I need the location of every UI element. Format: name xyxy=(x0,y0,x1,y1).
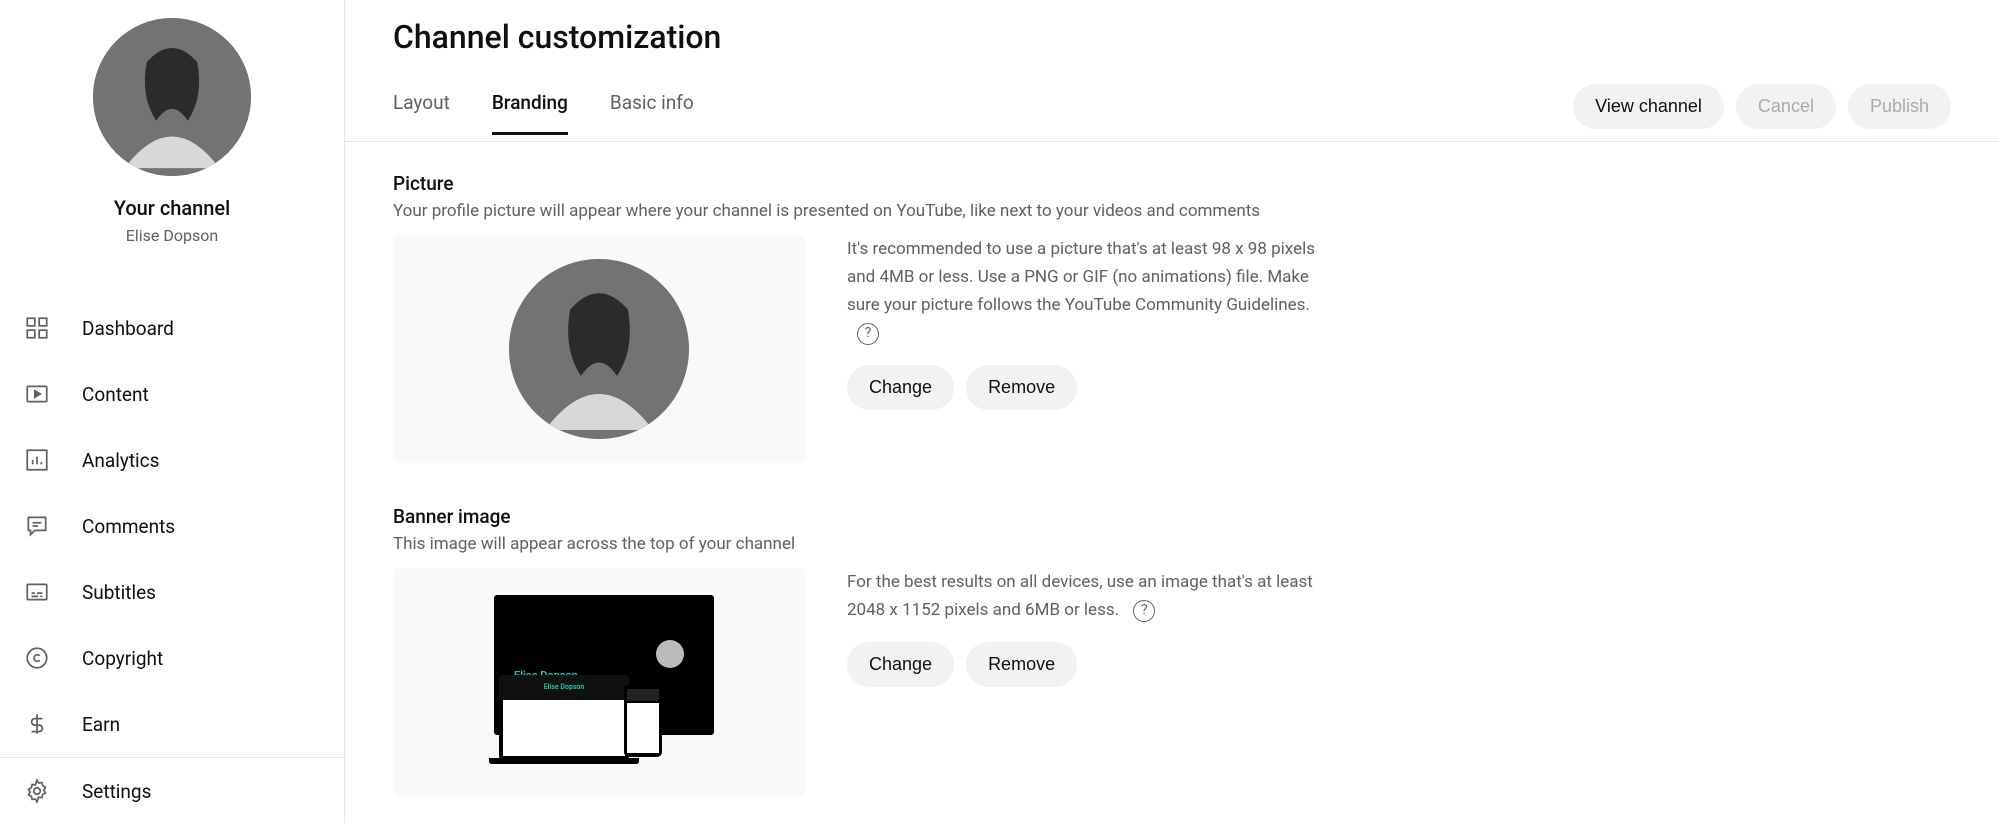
sidebar-item-copyright[interactable]: Copyright xyxy=(0,625,344,691)
sidebar-item-label: Analytics xyxy=(82,449,159,472)
sidebar-item-label: Content xyxy=(82,383,149,406)
banner-desc: This image will appear across the top of… xyxy=(393,534,1697,554)
channel-name: Elise Dopson xyxy=(126,226,218,245)
banner-detail-text: For the best results on all devices, use… xyxy=(847,572,1313,620)
comments-icon xyxy=(24,513,50,539)
sidebar-item-content[interactable]: Content xyxy=(0,361,344,427)
picture-section: Picture Your profile picture will appear… xyxy=(393,172,1697,463)
sidebar-item-dashboard[interactable]: Dashboard xyxy=(0,295,344,361)
main-content: Channel customization Layout Branding Ba… xyxy=(345,0,1999,823)
avatar-placeholder-icon xyxy=(93,18,251,176)
sidebar-item-comments[interactable]: Comments xyxy=(0,493,344,559)
earn-icon xyxy=(24,711,50,737)
picture-preview-avatar xyxy=(509,259,689,439)
sidebar: Your channel Elise Dopson Dashboard Cont… xyxy=(0,0,345,823)
view-channel-button[interactable]: View channel xyxy=(1573,84,1724,129)
banner-section: Banner image This image will appear acro… xyxy=(393,505,1697,796)
sidebar-item-label: Settings xyxy=(82,780,151,803)
help-icon[interactable]: ? xyxy=(1133,600,1155,622)
sidebar-item-earn[interactable]: Earn xyxy=(0,691,344,757)
picture-change-button[interactable]: Change xyxy=(847,365,954,410)
banner-change-button[interactable]: Change xyxy=(847,642,954,687)
settings-icon xyxy=(24,778,50,804)
phone-device-icon xyxy=(624,685,662,757)
page-header: Channel customization Layout Branding Ba… xyxy=(345,0,1999,142)
publish-button[interactable]: Publish xyxy=(1848,84,1951,129)
channel-avatar[interactable] xyxy=(93,18,251,176)
banner-detail: For the best results on all devices, use… xyxy=(847,568,1317,624)
laptop-device-icon: Elise Dopson xyxy=(499,675,629,760)
picture-title: Picture xyxy=(393,172,1697,195)
banner-title: Banner image xyxy=(393,505,1697,528)
content-icon xyxy=(24,381,50,407)
picture-preview xyxy=(393,235,805,463)
sidebar-item-label: Earn xyxy=(82,713,120,736)
avatar-placeholder-icon xyxy=(509,259,689,439)
sidebar-item-settings[interactable]: Settings xyxy=(0,758,344,824)
tabs: Layout Branding Basic info xyxy=(393,91,694,135)
header-actions: View channel Cancel Publish xyxy=(1573,84,1951,141)
sidebar-item-analytics[interactable]: Analytics xyxy=(0,427,344,493)
sidebar-item-label: Copyright xyxy=(82,647,163,670)
tab-basic-info[interactable]: Basic info xyxy=(610,91,694,135)
banner-preview-avatar-icon xyxy=(656,640,684,668)
sidebar-nav: Dashboard Content Analytics Comments xyxy=(0,295,344,824)
banner-preview: Elise Dopson Freelance writer & coach El… xyxy=(393,568,805,796)
banner-preview-name-small: Elise Dopson xyxy=(544,683,585,691)
dashboard-icon xyxy=(24,315,50,341)
page-title: Channel customization xyxy=(393,18,1951,56)
picture-remove-button[interactable]: Remove xyxy=(966,365,1077,410)
tab-branding[interactable]: Branding xyxy=(492,91,568,135)
help-icon[interactable]: ? xyxy=(857,323,879,345)
analytics-icon xyxy=(24,447,50,473)
banner-remove-button[interactable]: Remove xyxy=(966,642,1077,687)
your-channel-label: Your channel xyxy=(114,196,231,220)
copyright-icon xyxy=(24,645,50,671)
banner-devices-illustration: Elise Dopson Freelance writer & coach El… xyxy=(474,595,724,770)
sidebar-item-label: Comments xyxy=(82,515,175,538)
sidebar-item-label: Subtitles xyxy=(82,581,156,604)
picture-detail: It's recommended to use a picture that's… xyxy=(847,235,1317,347)
picture-desc: Your profile picture will appear where y… xyxy=(393,201,1697,221)
cancel-button[interactable]: Cancel xyxy=(1736,84,1836,129)
picture-detail-text: It's recommended to use a picture that's… xyxy=(847,239,1315,315)
content-area: Picture Your profile picture will appear… xyxy=(345,142,1745,823)
sidebar-item-subtitles[interactable]: Subtitles xyxy=(0,559,344,625)
tab-layout[interactable]: Layout xyxy=(393,91,450,135)
sidebar-item-label: Dashboard xyxy=(82,317,174,340)
channel-avatar-block: Your channel Elise Dopson xyxy=(0,18,344,265)
subtitles-icon xyxy=(24,579,50,605)
